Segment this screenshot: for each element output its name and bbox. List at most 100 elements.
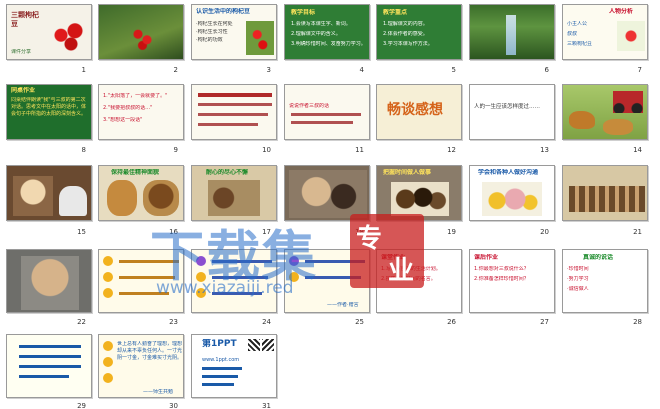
qr-code-icon (248, 339, 260, 351)
slide-line: 说说作者三叔的话 (289, 103, 330, 109)
slide-credit: ——作者·赠言 (327, 302, 359, 308)
text-line (19, 355, 81, 358)
slide-thumb-25[interactable]: ——作者·赠言 (284, 249, 370, 313)
animal-photo (603, 119, 633, 135)
text-line (291, 121, 353, 124)
slide-thumb-22[interactable] (6, 249, 92, 313)
slide-number: 27 (540, 318, 549, 326)
slide-line: www.1ppt.com (202, 357, 240, 363)
smiley-icon (289, 272, 299, 282)
slide-caption: 把握时间做人做事 (383, 169, 432, 176)
slide-thumb-16[interactable]: 保持最佳精神面貌 (98, 165, 184, 221)
goji-photo (49, 11, 89, 55)
slide-line: 叔叔 (567, 31, 578, 37)
slide-title: 真诚的说话 (583, 254, 614, 261)
slide-number: 11 (355, 146, 364, 154)
slide-thumb-4[interactable]: 教学目标 1.会读写本课生字、新词。 2.理解课文中的含义。 3.明确珍惜时间、… (284, 4, 370, 60)
cat-photo (107, 180, 137, 216)
slide-number: 21 (633, 228, 642, 236)
slide-number: 25 (355, 318, 364, 326)
slide-sorter: 三颗枸杞豆 课件分享 1 2 认识生活中的枸杞豆 ·枸杞生长在何处 ·枸杞生长习… (0, 0, 660, 409)
animals-photo (482, 182, 542, 216)
slide-thumb-11[interactable]: 说说作者三叔的话 (284, 84, 370, 140)
slide-line: 小主人公 (567, 21, 588, 27)
slide-number: 3 (266, 66, 271, 74)
slide-body: 人的一生应该怎样度过…… (474, 104, 541, 110)
slide-thumb-7[interactable]: 人物分析 小主人公 叔叔 三颗枸杞豆 (562, 4, 648, 60)
slide-thumb-15[interactable] (6, 165, 92, 221)
slide-thumb-28[interactable]: 真诚的说话 ·珍惜时间 ·努力学习 ·诚信做人 (562, 249, 648, 313)
slide-thumb-27[interactable]: 课后作业 1.你最想对三叔说什么？ 2.你准备怎样珍惜时间？ (469, 249, 555, 313)
slide-thumb-13[interactable]: 人的一生应该怎样度过…… (469, 84, 555, 140)
text-line (119, 276, 175, 279)
text-line (291, 113, 361, 116)
slide-number: 16 (169, 228, 178, 236)
slide-thumb-18[interactable] (284, 165, 370, 221)
slide-thumb-29[interactable] (6, 334, 92, 398)
slide-thumb-30[interactable]: 世上总有人勤奋了理想，理想却从来不辜负任何人。一寸光阴一寸金，寸金难买寸光阴。 … (98, 334, 184, 398)
text-line (19, 365, 81, 368)
slide-number: 18 (355, 228, 364, 236)
slide-thumb-8[interactable]: 同桌作业 同桌结伴朗读"我"与三叔的第二次对话。思考文中在太阳的话中，体会句子中… (6, 84, 92, 140)
slide-thumb-23[interactable] (98, 249, 184, 313)
slide-thumb-24[interactable] (191, 249, 277, 313)
slide-body: 同桌结伴朗读"我"与三叔的第二次对话。思考文中在太阳的话中，体会句子中所指的太阳… (11, 97, 87, 117)
slide-thumb-12[interactable]: 畅谈感想 (376, 84, 462, 140)
text-line (305, 276, 361, 279)
smiley-icon (103, 357, 113, 367)
slide-thumb-9[interactable]: 1."太阳落了，一会就要了。" 2."我要把叔叔的话…" 3."想想这一段话" (98, 84, 184, 140)
slide-title: 课堂作业 (381, 254, 406, 261)
slide-number: 22 (77, 318, 86, 326)
text-line (202, 367, 242, 370)
text-line (198, 93, 272, 97)
slide-number: 28 (633, 318, 642, 326)
dogs-photo (569, 186, 645, 212)
slide-number: 2 (173, 66, 178, 74)
slide-line: 3.明确珍惜时间、发奋努力学习。 (291, 41, 366, 47)
slide-line: 2.你准备怎样珍惜时间？ (474, 276, 529, 282)
slide-thumb-10[interactable] (191, 84, 277, 140)
slide-thumb-6[interactable] (469, 4, 555, 60)
slide-thumb-3[interactable]: 认识生活中的枸杞豆 ·枸杞生长在何处 ·枸杞生长习性 ·枸杞的功效 (191, 4, 277, 60)
slide-body: 世上总有人勤奋了理想，理想却从来不辜负任何人。一寸光阴一寸金，寸金难买寸光阴。 (117, 341, 183, 361)
slide-number: 13 (540, 146, 549, 154)
text-line (198, 103, 272, 106)
slide-thumb-31[interactable]: 第1PPT www.1ppt.com (191, 334, 277, 398)
smiley-icon (103, 373, 113, 383)
slide-number: 24 (262, 318, 271, 326)
slide-line: 1."太阳落了，一会就要了。" (103, 93, 168, 99)
slide-thumb-5[interactable]: 教学重点 1.理解课文的内容。 2.体会作者的感受。 3.学习本课写作方法。 (376, 4, 462, 60)
slide-line: ·珍惜时间 (567, 266, 589, 272)
slide-number: 14 (633, 146, 642, 154)
slide-thumb-14[interactable] (562, 84, 648, 140)
waterfall-photo (506, 15, 516, 55)
slide-thumb-26[interactable]: 课堂作业 1.写一写自己的生活计划。 2.搜集珍惜时间的名言。 (376, 249, 462, 313)
slide-number: 12 (447, 146, 456, 154)
slide-title: 三颗枸杞豆 (11, 11, 39, 28)
slide-line: 3.学习本课写作方法。 (383, 41, 433, 47)
slide-thumb-20[interactable]: 学会和各种人做好沟通 (469, 165, 555, 221)
slide-line: 1.会读写本课生字、新词。 (291, 21, 351, 27)
text-line (212, 260, 272, 263)
smiley-icon (103, 256, 113, 266)
text-line (202, 383, 234, 386)
smiley-icon (289, 256, 299, 266)
smiley-icon (196, 256, 206, 266)
slide-thumb-19[interactable]: 把握时间做人做事 (376, 165, 462, 221)
slide-line: ·枸杞的功效 (196, 37, 223, 43)
slide-number: 20 (540, 228, 549, 236)
slide-number: 6 (544, 66, 549, 74)
slide-thumb-21[interactable] (562, 165, 648, 221)
text-line (198, 123, 258, 126)
slide-thumb-17[interactable]: 耐心的尽心不懈 (191, 165, 277, 221)
slide-line: 3."想想这一段话" (103, 117, 143, 123)
slide-thumb-2[interactable] (98, 4, 184, 60)
slide-line: 2.搜集珍惜时间的名言。 (381, 276, 436, 282)
slide-line: ·诚信做人 (567, 286, 589, 292)
slide-line: 2.理解课文中的含义。 (291, 31, 341, 37)
slide-credit: 课件分享 (11, 49, 32, 55)
slide-number: 19 (447, 228, 456, 236)
slide-thumb-1[interactable]: 三颗枸杞豆 课件分享 (6, 4, 92, 60)
slide-title: 第1PPT (202, 339, 237, 349)
puppy-photo (208, 180, 260, 216)
